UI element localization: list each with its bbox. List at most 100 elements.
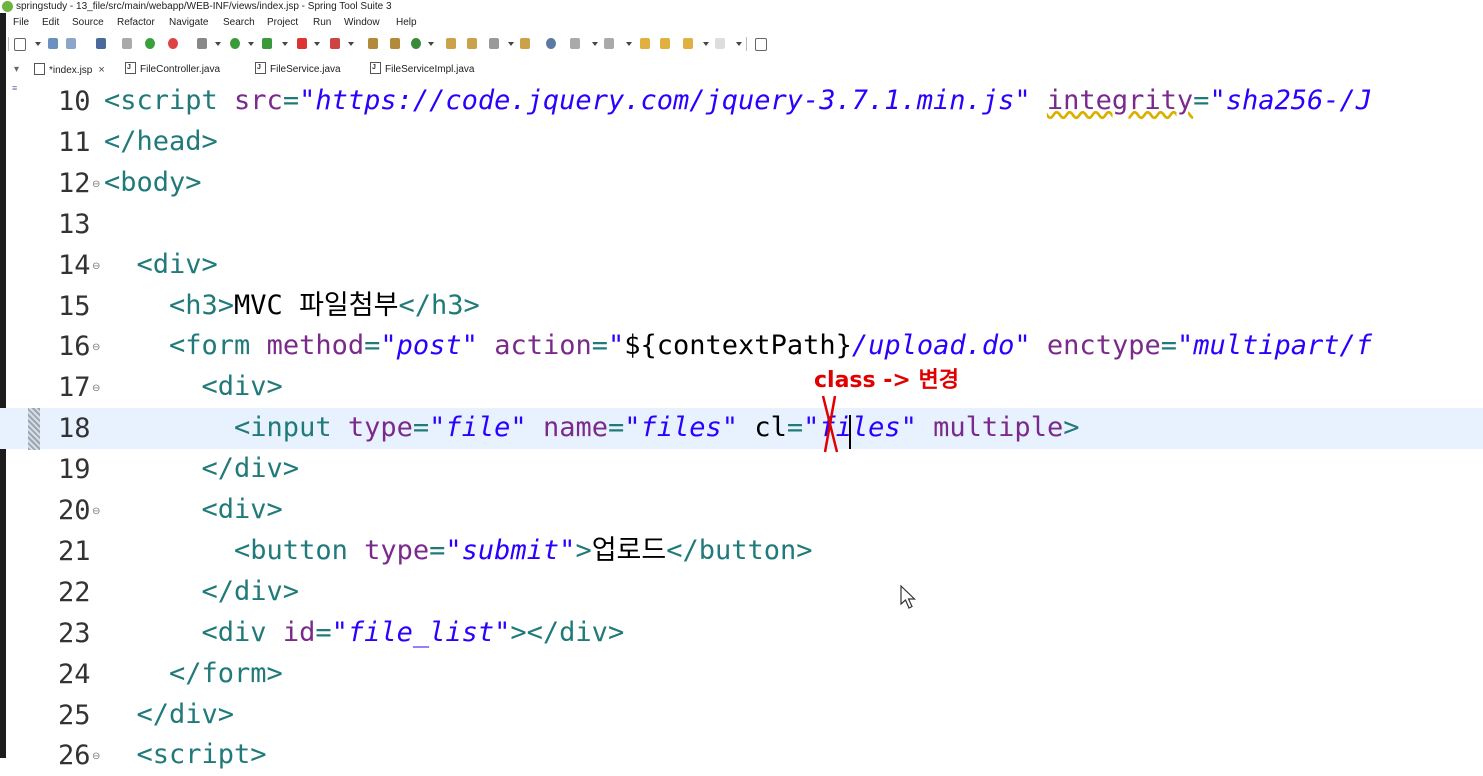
code-line[interactable]: 18 <input type="file" name="files" cl="f… [0,408,1483,449]
new-java-project-icon[interactable] [368,38,378,49]
code-line[interactable]: 11 </head> [0,122,1483,163]
open-type-icon[interactable] [446,38,456,49]
save-all-icon[interactable] [66,38,76,49]
run-dropdown-icon[interactable] [248,42,254,46]
code-line[interactable]: 25 </div> [0,695,1483,736]
code-line[interactable]: 20 ⊖ <div> [0,490,1483,531]
back-icon[interactable] [683,38,693,49]
code-text: <button type="submit">업로드</button> [104,534,813,568]
view-menu-icon[interactable]: ▾ [14,60,19,80]
code-token: 업로드 [591,535,667,566]
coverage-icon[interactable] [262,38,272,49]
open-task-icon[interactable] [467,38,477,49]
terminal-icon[interactable] [96,38,106,49]
code-token: </h3> [398,290,480,321]
code-line[interactable]: 14 ⊖ <div> [0,245,1483,286]
menu-project[interactable]: Project [267,14,298,31]
annotation-icon[interactable] [520,38,530,49]
code-token: <div> [104,371,283,402]
back-dropdown-icon[interactable] [703,42,709,46]
code-editor[interactable]: 10 <script src="https://code.jquery.com/j… [0,81,1483,771]
pin-editor-icon[interactable] [755,38,767,51]
menu-file[interactable]: File [13,14,29,31]
code-line[interactable]: 26 ⊖ <script> [0,735,1483,776]
code-line[interactable]: 16 ⊖ <form method="post" action="${contex… [0,326,1483,367]
toolbar-separator [746,37,747,51]
current-line-marker [28,408,40,450]
menu-run[interactable]: Run [313,14,331,31]
code-token: </button> [666,535,813,566]
code-line[interactable]: 15 <h3>MVC 파일첨부</h3> [0,286,1483,327]
code-line[interactable]: 12 ⊖ <body> [0,163,1483,204]
jsp-file-icon [34,63,45,76]
code-line[interactable]: 19 </div> [0,449,1483,490]
menu-source[interactable]: Source [72,14,104,31]
tab-filecontroller[interactable]: FileController.java [125,58,220,80]
menu-edit[interactable]: Edit [42,14,59,31]
fold-toggle-icon[interactable]: ⊖ [92,179,100,190]
menu-navigate[interactable]: Navigate [169,14,208,31]
forward-icon[interactable] [715,38,725,49]
menu-refactor[interactable]: Refactor [117,14,155,31]
external-tools-dropdown-icon[interactable] [348,42,354,46]
stop-icon[interactable] [297,38,307,49]
fold-toggle-icon[interactable]: ⊖ [92,383,100,394]
code-text: <h3>MVC 파일첨부</h3> [104,289,480,323]
code-token: <script [104,85,235,116]
menu-help[interactable]: Help [396,14,417,31]
code-line[interactable]: 10 <script src="https://code.jquery.com/j… [0,81,1483,122]
code-line[interactable]: 21 <button type="submit">업로드</button> [0,531,1483,572]
new-icon[interactable] [14,38,26,51]
code-token: " [608,330,625,361]
toggle-mark-icon[interactable] [546,38,556,49]
code-token: type [347,412,413,443]
window-title: springstudy - 13_file/src/main/webapp/WE… [16,1,392,12]
new-class-icon[interactable] [411,38,421,49]
new-dropdown-icon[interactable] [35,42,41,46]
next-annotation-icon[interactable] [570,38,580,49]
code-token: = [591,330,608,361]
tab-fileservice[interactable]: FileService.java [255,58,341,80]
code-token: <button [104,535,365,566]
menu-search[interactable]: Search [223,14,255,31]
code-token: <div> [104,494,283,525]
code-line[interactable]: 24 </form> [0,654,1483,695]
fold-toggle-icon[interactable]: ⊖ [92,506,100,517]
spring-boot-icon[interactable] [145,38,155,49]
line-number: 23 [58,618,91,649]
next-annotation-dropdown-icon[interactable] [592,42,598,46]
code-token: <div> [104,249,218,280]
search-icon[interactable] [489,38,499,49]
tab-index-jsp[interactable]: *index.jsp × [34,60,105,80]
last-edit-icon[interactable] [640,38,650,49]
menu-window[interactable]: Window [344,14,380,31]
debug-dropdown-icon[interactable] [215,42,221,46]
fold-toggle-icon[interactable]: ⊖ [92,342,100,353]
last-edit-alt-icon[interactable] [660,38,670,49]
search-dropdown-icon[interactable] [508,42,514,46]
tab-fileserviceimpl[interactable]: FileServiceImpl.java [370,58,474,80]
prev-annotation-dropdown-icon[interactable] [626,42,632,46]
code-line[interactable]: 23 <div id="file_list"></div> [0,613,1483,654]
new-package-icon[interactable] [390,38,400,49]
run-icon[interactable] [230,38,240,49]
code-text: <script> [104,738,267,772]
fold-toggle-icon[interactable]: ⊖ [92,751,100,762]
close-icon[interactable]: × [98,64,104,76]
code-line[interactable]: 13 [0,204,1483,245]
stop-server-icon[interactable] [168,38,178,49]
stop-dropdown-icon[interactable] [314,42,320,46]
external-tools-icon[interactable] [330,38,340,49]
code-token: "file" [429,412,527,443]
code-text: <div id="file_list"></div> [104,616,625,650]
fold-toggle-icon[interactable]: ⊖ [92,261,100,272]
new-class-dropdown-icon[interactable] [428,42,434,46]
skip-breakpoints-icon[interactable] [122,38,132,49]
coverage-dropdown-icon[interactable] [282,42,288,46]
save-icon[interactable] [48,38,58,49]
forward-dropdown-icon[interactable] [736,42,742,46]
code-line[interactable]: 17 ⊖ <div> [0,367,1483,408]
prev-annotation-icon[interactable] [604,38,614,49]
code-line[interactable]: 22 </div> [0,572,1483,613]
debug-icon[interactable] [197,38,207,49]
